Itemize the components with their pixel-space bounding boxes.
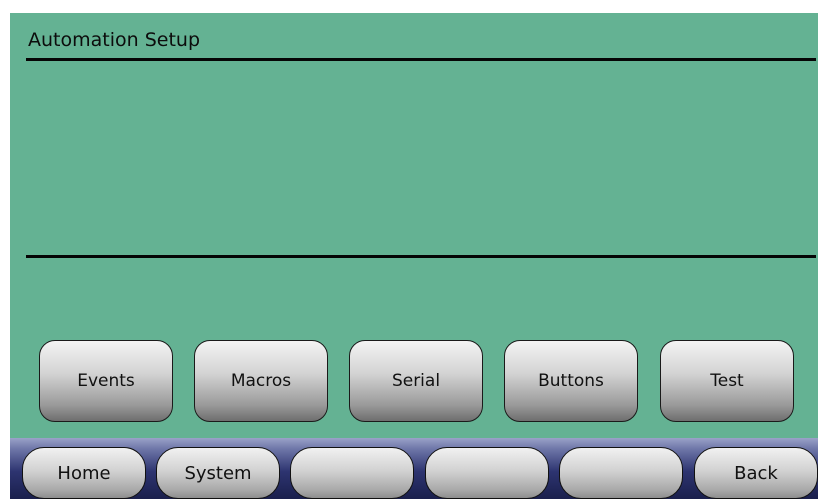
blank-nav-button-2[interactable] [425,447,549,499]
buttons-button[interactable]: Buttons [504,340,638,422]
macros-button[interactable]: Macros [194,340,328,422]
blank-nav-button-1[interactable] [290,447,414,499]
back-button[interactable]: Back [694,447,818,499]
system-button[interactable]: System [156,447,280,499]
automation-setup-screen: Automation Setup Events Macros Serial Bu… [10,13,818,499]
test-button[interactable]: Test [660,340,794,422]
home-button[interactable]: Home [22,447,146,499]
bottom-navigation-bar: Home System Back [10,438,818,499]
serial-button[interactable]: Serial [349,340,483,422]
page-title: Automation Setup [28,29,201,51]
title-divider [26,58,816,61]
blank-nav-button-3[interactable] [559,447,683,499]
events-button[interactable]: Events [39,340,173,422]
content-divider [26,255,816,258]
